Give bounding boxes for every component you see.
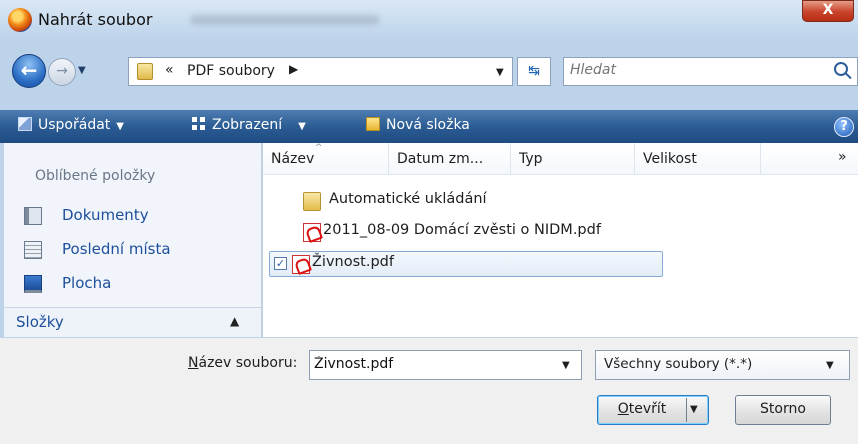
command-toolbar: Uspořádat ▼ Zobrazení ▼ Nová složka ? bbox=[0, 110, 858, 143]
sidebar-item-label: Plocha bbox=[62, 274, 112, 292]
organize-label: Uspořádat bbox=[38, 117, 111, 133]
file-name: Automatické ukládání bbox=[329, 191, 487, 207]
search-box[interactable] bbox=[563, 57, 858, 86]
chevron-down-icon[interactable]: ▼ bbox=[562, 360, 570, 371]
views-button[interactable]: Zobrazení ▼ bbox=[192, 117, 306, 133]
favorites-heading: Oblíbené položky bbox=[35, 168, 156, 184]
help-icon[interactable]: ? bbox=[834, 117, 854, 137]
open-button-label: Otevřít bbox=[617, 401, 667, 417]
back-button[interactable]: ← bbox=[12, 54, 46, 88]
folder-icon bbox=[303, 192, 321, 211]
file-upload-dialog: Nahrát soubor X ← → ▼ « PDF soubory ▶ ▼ … bbox=[0, 0, 858, 444]
address-dropdown-icon[interactable]: ▼ bbox=[496, 67, 504, 78]
breadcrumb-arrow-icon[interactable]: ▶ bbox=[289, 62, 298, 76]
list-item[interactable]: Automatické ukládání bbox=[269, 189, 663, 215]
column-header-name[interactable]: ^ Název bbox=[263, 143, 389, 175]
breadcrumb-pdf-soubory[interactable]: PDF soubory bbox=[187, 63, 275, 79]
address-row: ← → ▼ « PDF soubory ▶ ▼ ↹ bbox=[0, 48, 858, 94]
filename-input[interactable] bbox=[314, 356, 544, 372]
file-list[interactable]: ^ Název Datum zm... Typ Velikost » Autom… bbox=[263, 143, 858, 337]
column-header-date-modified[interactable]: Datum zm... bbox=[389, 143, 511, 175]
column-label: Velikost bbox=[643, 151, 697, 167]
chevron-up-icon: ▲ bbox=[230, 314, 240, 328]
list-item-selected[interactable]: ✓ Živnost.pdf bbox=[269, 251, 663, 277]
refresh-button[interactable]: ↹ bbox=[517, 57, 551, 86]
organize-icon bbox=[18, 117, 32, 131]
refresh-icon: ↹ bbox=[528, 63, 540, 79]
column-label: Datum zm... bbox=[397, 151, 484, 167]
new-folder-icon bbox=[366, 117, 380, 131]
pdf-file-icon bbox=[292, 255, 310, 274]
firefox-icon bbox=[8, 8, 32, 32]
column-label: Název bbox=[271, 151, 315, 167]
views-label: Zobrazení bbox=[212, 117, 283, 133]
search-input[interactable] bbox=[570, 62, 810, 78]
desktop-icon bbox=[24, 275, 42, 293]
recent-places-icon bbox=[24, 241, 42, 259]
address-bar[interactable]: « PDF soubory ▶ ▼ bbox=[128, 57, 513, 86]
documents-icon bbox=[24, 207, 42, 225]
search-icon[interactable] bbox=[834, 62, 848, 76]
new-folder-label: Nová složka bbox=[386, 117, 470, 133]
history-dropdown-icon[interactable]: ▼ bbox=[78, 65, 86, 76]
filetype-value: Všechny soubory (*.*) bbox=[604, 356, 753, 372]
filetype-select[interactable]: Všechny soubory (*.*) ▼ bbox=[595, 350, 850, 380]
window-title: Nahrát soubor bbox=[38, 10, 153, 29]
forward-button[interactable]: → bbox=[48, 58, 76, 86]
list-item[interactable]: 2011_08-09 Domácí zvěsti o NIDM.pdf bbox=[269, 220, 663, 246]
back-arrow-icon: ← bbox=[20, 58, 38, 82]
checkbox-checked-icon[interactable]: ✓ bbox=[274, 257, 287, 270]
chevron-down-icon: ▼ bbox=[826, 360, 834, 371]
chevron-down-icon[interactable]: ▼ bbox=[690, 396, 698, 423]
folder-icon bbox=[137, 63, 153, 80]
folders-toggle[interactable]: Složky ▲ bbox=[4, 307, 261, 337]
sidebar-item-label: Poslední místa bbox=[62, 240, 171, 258]
column-header-size[interactable]: Velikost bbox=[635, 143, 761, 175]
navigation-pane: Oblíbené položky Dokumenty Poslední míst… bbox=[4, 143, 262, 337]
column-label: Typ bbox=[519, 151, 543, 167]
file-name: Živnost.pdf bbox=[312, 254, 394, 270]
address-overflow-chevron[interactable]: « bbox=[165, 62, 174, 78]
sidebar-item-label: Dokumenty bbox=[62, 206, 149, 224]
column-header-type[interactable]: Typ bbox=[511, 143, 635, 175]
split-divider bbox=[686, 398, 687, 422]
sort-ascending-icon: ^ bbox=[315, 143, 323, 153]
new-folder-button[interactable]: Nová složka bbox=[366, 117, 470, 133]
views-icon bbox=[192, 117, 206, 131]
chevron-down-icon: ▼ bbox=[298, 121, 306, 132]
title-bar[interactable]: Nahrát soubor X bbox=[0, 0, 858, 44]
more-columns-button[interactable]: » bbox=[838, 149, 847, 165]
column-header-row: ^ Název Datum zm... Typ Velikost » bbox=[263, 143, 858, 175]
chevron-down-icon: ▼ bbox=[116, 121, 124, 132]
dialog-footer: Název souboru: ▼ Všechny soubory (*.*) ▼… bbox=[0, 338, 858, 444]
organize-button[interactable]: Uspořádat ▼ bbox=[18, 117, 124, 133]
blurred-title-area bbox=[190, 15, 380, 25]
cancel-button[interactable]: Storno bbox=[735, 395, 831, 425]
forward-arrow-icon: → bbox=[56, 63, 68, 79]
close-button[interactable]: X bbox=[802, 0, 854, 22]
filename-label: Název souboru: bbox=[188, 355, 298, 371]
folders-label: Složky bbox=[16, 313, 64, 331]
open-button[interactable]: Otevřít ▼ bbox=[597, 395, 709, 425]
file-name: 2011_08-09 Domácí zvěsti o NIDM.pdf bbox=[323, 222, 601, 238]
pdf-file-icon bbox=[303, 223, 321, 242]
filename-combobox[interactable]: ▼ bbox=[309, 350, 582, 380]
